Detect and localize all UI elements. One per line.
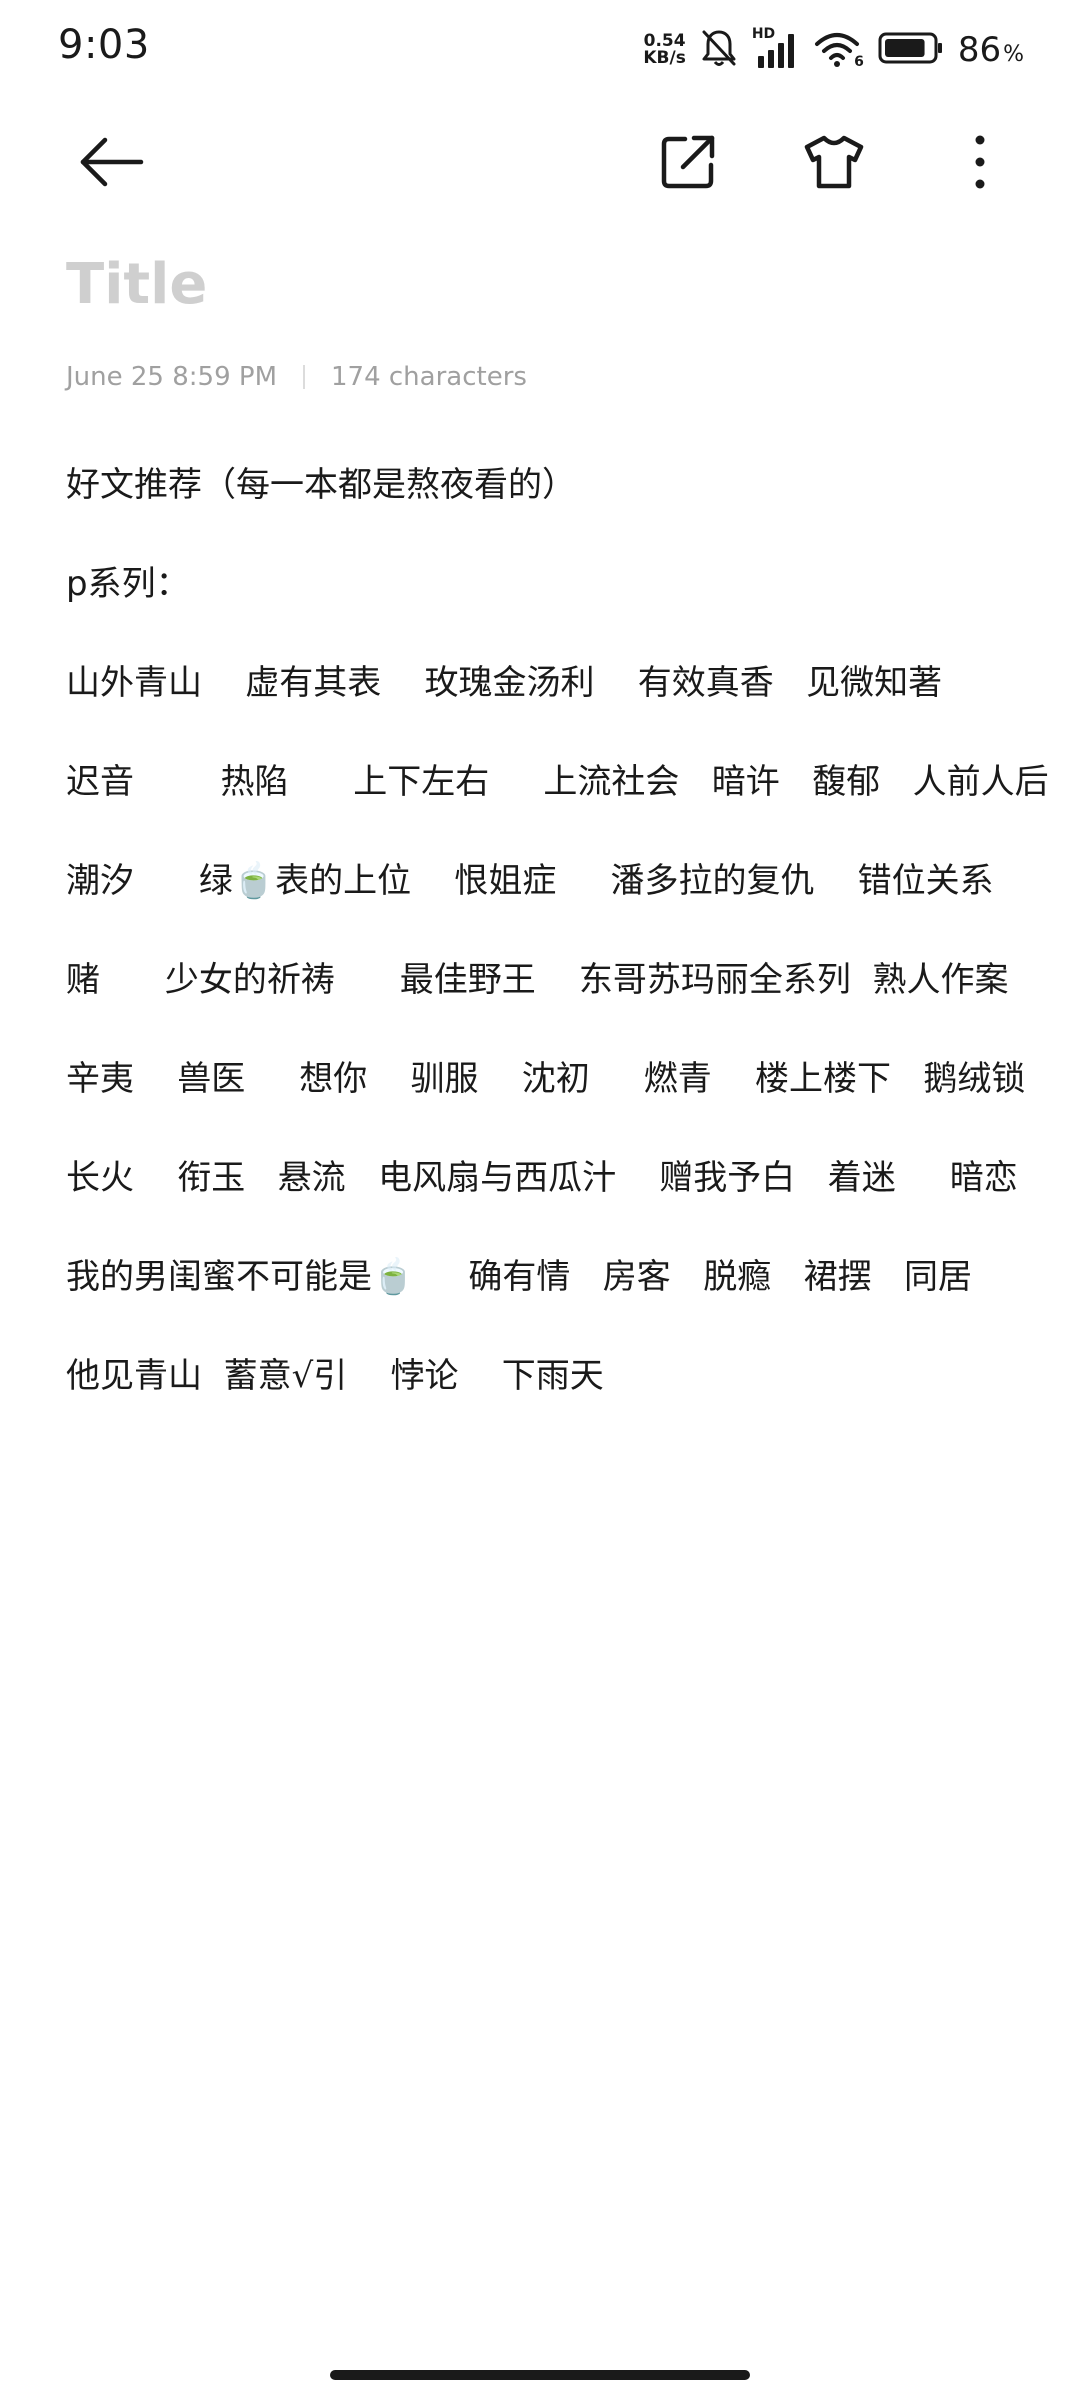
theme-button[interactable]	[798, 128, 870, 200]
note-toolbar	[0, 110, 1080, 210]
cellular-signal-icon: HD	[752, 26, 800, 70]
bell-muted-icon	[700, 28, 738, 72]
home-indicator[interactable]	[330, 2370, 750, 2380]
back-button[interactable]	[76, 128, 148, 200]
status-icons: 0.54 KB/s HD 6 86 %	[643, 26, 1024, 74]
status-bar: 9:03 0.54 KB/s HD 6 86 %	[0, 0, 1080, 100]
arrow-left-icon	[79, 137, 145, 191]
note-date: June 25 8:59 PM	[66, 362, 277, 392]
share-button[interactable]	[652, 128, 724, 200]
note-line: p系列：	[66, 564, 190, 604]
battery-percent: 86%	[958, 30, 1024, 70]
network-speed: 0.54 KB/s	[643, 33, 685, 67]
note-line: 山外青山 虚有其表 玫瑰金汤利 有效真香 见微知著	[66, 663, 943, 703]
meta-divider	[303, 365, 305, 389]
more-vertical-icon	[974, 134, 986, 194]
note-line: 好文推荐（每一本都是熬夜看的）	[66, 465, 576, 505]
status-time: 9:03	[58, 22, 150, 68]
note-meta: June 25 8:59 PM 174 characters	[66, 362, 527, 392]
tshirt-icon	[803, 133, 865, 195]
note-line: 赌 少女的祈祷 最佳野王 东哥苏玛丽全系列 熟人作案	[66, 960, 1009, 1000]
more-options-button[interactable]	[944, 128, 1016, 200]
note-line: 长火 衔玉 悬流 电风扇与西瓜汁 赠我予白 着迷 暗恋	[66, 1158, 1018, 1198]
note-line: 辛夷 兽医 想你 驯服 沈初 燃青 楼上楼下 鹅绒锁	[66, 1059, 1026, 1099]
battery-icon	[878, 31, 944, 69]
note-line: 他见青山 蓄意√引 悖论 下雨天	[66, 1356, 604, 1396]
battery-percent-sign: %	[1003, 42, 1024, 67]
wifi-6-label: 6	[854, 54, 864, 70]
note-body[interactable]: 好文推荐（每一本都是熬夜看的） p系列： 山外青山 虚有其表 玫瑰金汤利 有效真…	[66, 460, 1049, 1450]
share-external-icon	[659, 133, 717, 195]
wifi-icon: 6	[814, 30, 864, 70]
note-line: 我的男闺蜜不可能是🍵 确有情 房客 脱瘾 裙摆 同居	[66, 1257, 973, 1297]
note-char-count: 174 characters	[331, 362, 527, 392]
note-title-input[interactable]: Title	[66, 252, 207, 317]
battery-percent-value: 86	[957, 30, 1002, 70]
note-line: 迟音 热陷 上下左右 上流社会 暗许 馥郁 人前人后	[66, 762, 1049, 802]
network-speed-unit: KB/s	[643, 48, 686, 68]
note-line: 潮汐 绿🍵表的上位 恨姐症 潘多拉的复仇 错位关系	[66, 861, 994, 901]
